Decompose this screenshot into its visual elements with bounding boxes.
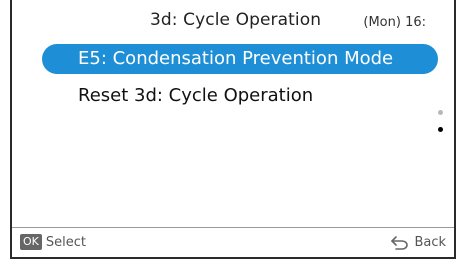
menu-item-label: Reset 3d: Cycle Operation xyxy=(78,85,314,106)
clock: (Mon) 16: xyxy=(363,15,426,30)
menu-item-reset-cycle-operation[interactable]: Reset 3d: Cycle Operation xyxy=(78,81,313,111)
back-arrow-icon xyxy=(391,236,409,250)
menu-item-condensation-prevention[interactable]: E5: Condensation Prevention Mode xyxy=(42,44,438,74)
footer: OK Select Back xyxy=(12,227,454,258)
ok-badge: OK xyxy=(20,234,42,250)
page-title: 3d: Cycle Operation xyxy=(150,10,322,30)
back-label: Back xyxy=(414,234,446,250)
page-dot-1 xyxy=(438,110,443,115)
page-dot-2 xyxy=(438,127,443,132)
back-button[interactable]: Back xyxy=(390,234,446,250)
select-label: Select xyxy=(45,234,86,250)
page-indicator xyxy=(438,110,444,144)
header: 3d: Cycle Operation (Mon) 16: xyxy=(12,0,454,44)
select-hint[interactable]: OK Select xyxy=(20,234,86,250)
screen: 3d: Cycle Operation (Mon) 16: E5: Conden… xyxy=(10,0,456,259)
menu-item-label: E5: Condensation Prevention Mode xyxy=(78,48,394,69)
